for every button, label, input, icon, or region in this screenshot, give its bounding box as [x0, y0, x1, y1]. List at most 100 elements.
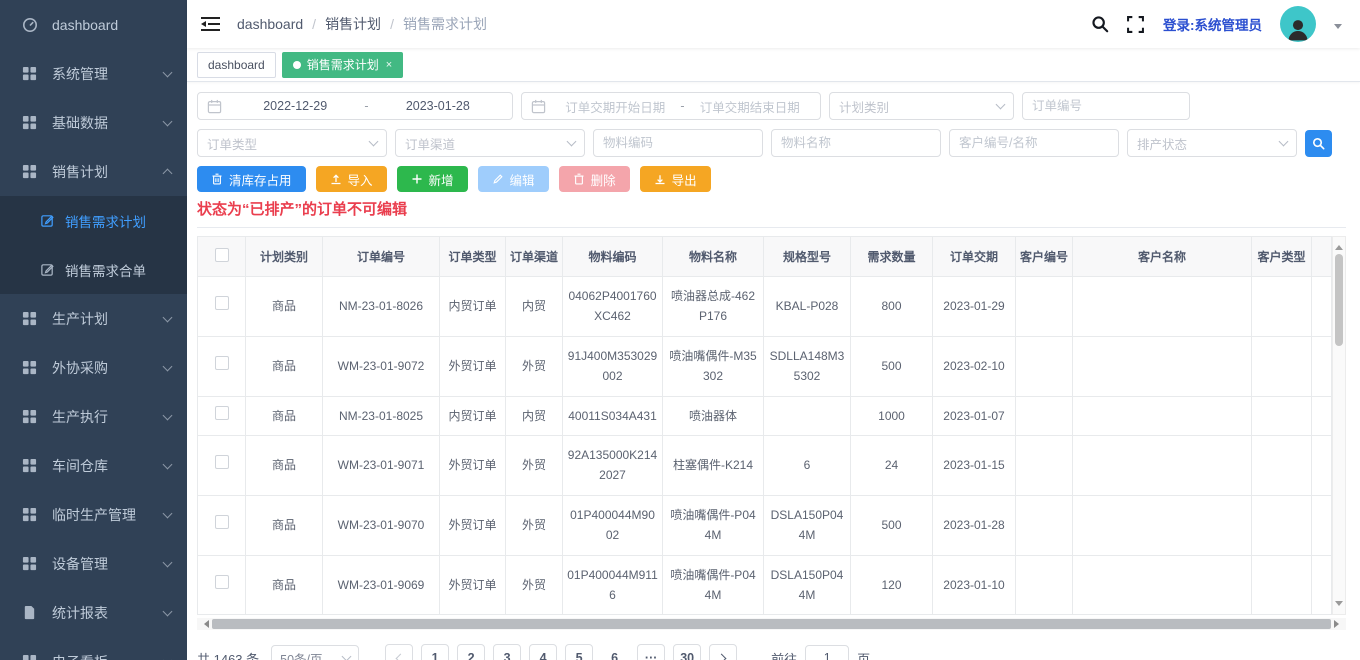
scroll-left-arrow[interactable]: [200, 620, 209, 628]
table-row[interactable]: 商品 WM-23-01-9069 外贸订单 外贸 01P400044M9116 …: [198, 555, 1332, 615]
page-number-button[interactable]: ···: [637, 644, 665, 660]
page-number-button[interactable]: 30: [673, 644, 701, 660]
page-number-button[interactable]: 2: [457, 644, 485, 660]
goto-page-input[interactable]: [805, 645, 849, 660]
table-row[interactable]: 商品 NM-23-01-8025 内贸订单 内贸 40011S034A431 喷…: [198, 396, 1332, 435]
caret-down-icon[interactable]: [1334, 24, 1342, 33]
sidebar-item-dashboard[interactable]: dashboard: [0, 0, 187, 49]
material-name-input[interactable]: [771, 129, 941, 157]
scroll-down-arrow[interactable]: [1335, 601, 1343, 610]
scroll-up-arrow[interactable]: [1335, 241, 1343, 250]
horizontal-scrollbar[interactable]: [197, 618, 1346, 630]
sidebar-item-system-mgmt[interactable]: 系统管理: [0, 49, 187, 98]
tab-close-icon[interactable]: ×: [386, 59, 392, 71]
row-checkbox[interactable]: [215, 515, 229, 529]
chevron-down-icon: [163, 606, 173, 616]
column-header: 需求数量: [851, 237, 933, 277]
horizontal-scroll-thumb[interactable]: [212, 619, 1331, 629]
main-area: dashboard / 销售计划 / 销售需求计划 登录:系统管理员: [187, 0, 1360, 660]
material-code-input[interactable]: [593, 129, 763, 157]
select-all-cell: [198, 237, 246, 277]
cell-spacer: [1312, 555, 1332, 615]
sidebar-item-equipment-mgmt[interactable]: 设备管理: [0, 539, 187, 588]
cell-material-code: 01P400044M9116: [563, 555, 663, 615]
filter-row-1: 2022-12-29 - 2023-01-28 订单交期开始日期 - 订单交期结…: [197, 92, 1346, 120]
delivery-end-placeholder[interactable]: 订单交期结束日期: [689, 97, 811, 116]
divider: [197, 227, 1346, 228]
delivery-date-range-picker[interactable]: 订单交期开始日期 - 订单交期结束日期: [521, 92, 821, 120]
vertical-scroll-thumb[interactable]: [1335, 254, 1343, 346]
row-checkbox[interactable]: [215, 455, 229, 469]
table-row[interactable]: 商品 WM-23-01-9072 外贸订单 外贸 91J400M35302900…: [198, 336, 1332, 396]
sidebar-item-production-exec[interactable]: 生产执行: [0, 392, 187, 441]
sidebar-item-production-plan[interactable]: 生产计划: [0, 294, 187, 343]
sidebar-fold-icon[interactable]: [201, 16, 221, 32]
page-number-button[interactable]: 3: [493, 644, 521, 660]
sidebar-item-sales-demand-merge[interactable]: 销售需求合单: [0, 245, 187, 294]
created-date-range-picker[interactable]: 2022-12-29 - 2023-01-28: [197, 92, 513, 120]
date-end-value[interactable]: 2023-01-28: [373, 99, 503, 113]
cell-customer-name: [1073, 336, 1252, 396]
fullscreen-icon[interactable]: [1127, 15, 1145, 33]
sidebar-item-sales-plan[interactable]: 销售计划: [0, 147, 187, 196]
sidebar-item-sales-demand-plan[interactable]: 销售需求计划: [0, 196, 187, 245]
sidebar-item-statistics-report[interactable]: 统计报表: [0, 588, 187, 637]
cell-order-no: WM-23-01-9072: [323, 336, 440, 396]
button-label: 清库存占用: [229, 170, 292, 189]
import-button[interactable]: 导入: [316, 166, 387, 192]
table-row[interactable]: 商品 NM-23-01-8026 内贸订单 内贸 04062P4001760XC…: [198, 277, 1332, 337]
add-button[interactable]: 新增: [397, 166, 468, 192]
search-icon[interactable]: [1091, 15, 1109, 33]
vertical-scrollbar[interactable]: [1332, 236, 1346, 615]
edit-button[interactable]: 编辑: [478, 166, 549, 192]
search-button[interactable]: [1305, 130, 1332, 157]
order-type-select[interactable]: 订单类型: [197, 129, 387, 157]
tabs-bar: dashboard 销售需求计划 ×: [187, 48, 1360, 82]
date-start-value[interactable]: 2022-12-29: [230, 99, 360, 113]
delivery-start-placeholder[interactable]: 订单交期开始日期: [554, 97, 676, 116]
order-no-input[interactable]: [1022, 92, 1190, 120]
order-channel-select[interactable]: 订单渠道: [395, 129, 585, 157]
scroll-right-arrow[interactable]: [1334, 620, 1343, 628]
sidebar-item-temp-production[interactable]: 临时生产管理: [0, 490, 187, 539]
sidebar-item-base-data[interactable]: 基础数据: [0, 98, 187, 147]
tab-label: dashboard: [208, 58, 265, 72]
table-row[interactable]: 商品 WM-23-01-9071 外贸订单 外贸 92A135000K21420…: [198, 435, 1332, 495]
column-header: 订单编号: [323, 237, 440, 277]
page-number-button[interactable]: 4: [529, 644, 557, 660]
page-number-button[interactable]: 1: [421, 644, 449, 660]
export-button[interactable]: 导出: [640, 166, 711, 192]
tab-dashboard[interactable]: dashboard: [197, 52, 276, 78]
prev-page-button[interactable]: [385, 644, 413, 660]
cell-spacer: [1312, 396, 1332, 435]
breadcrumb-item[interactable]: 销售计划: [325, 14, 381, 34]
row-checkbox[interactable]: [215, 575, 229, 589]
customer-input[interactable]: [949, 129, 1119, 157]
delete-button[interactable]: 删除: [559, 166, 630, 192]
page-number-button[interactable]: 5: [565, 644, 593, 660]
page-number-button[interactable]: 6: [601, 644, 629, 660]
sidebar-item-label: 外协采购: [52, 358, 164, 378]
table-row[interactable]: 商品 WM-23-01-9070 外贸订单 外贸 01P400044M9002 …: [198, 495, 1332, 555]
filter-row-2: 订单类型 订单渠道 排产状态: [197, 129, 1346, 157]
sidebar-item-outsourcing[interactable]: 外协采购: [0, 343, 187, 392]
sidebar-item-e-board[interactable]: 电子看板: [0, 637, 187, 660]
row-checkbox[interactable]: [215, 356, 229, 370]
select-all-checkbox[interactable]: [215, 248, 229, 262]
grid-icon: [22, 115, 38, 131]
tab-sales-demand-plan[interactable]: 销售需求计划 ×: [282, 52, 403, 78]
cell-plan-category: 商品: [246, 555, 323, 615]
column-header: 订单渠道: [506, 237, 563, 277]
avatar[interactable]: [1280, 6, 1316, 42]
row-checkbox[interactable]: [215, 406, 229, 420]
schedule-status-select[interactable]: 排产状态: [1127, 129, 1297, 157]
grid-icon: [22, 164, 38, 180]
row-checkbox[interactable]: [215, 296, 229, 310]
clear-stock-button[interactable]: 清库存占用: [197, 166, 306, 192]
cell-spec-model: SDLLA148M35302: [764, 336, 851, 396]
page-size-select[interactable]: 50条/页: [271, 645, 359, 660]
breadcrumb-item[interactable]: dashboard: [237, 16, 303, 32]
sidebar-item-workshop-warehouse[interactable]: 车间仓库: [0, 441, 187, 490]
plan-category-select[interactable]: 计划类别: [829, 92, 1014, 120]
next-page-button[interactable]: [709, 644, 737, 660]
